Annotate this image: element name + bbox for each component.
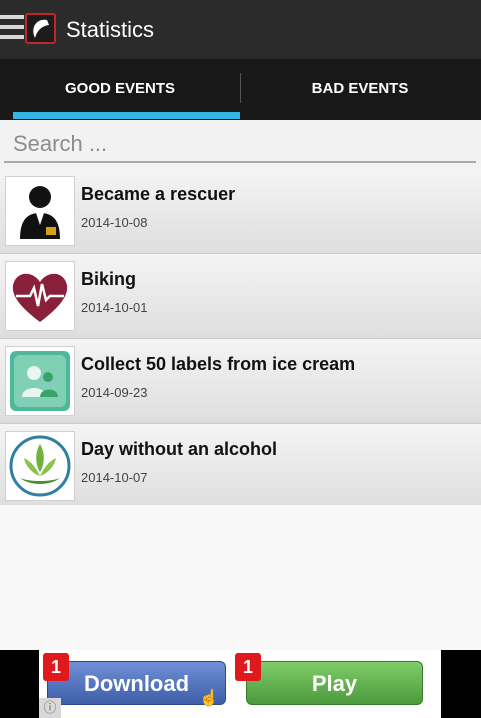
people-icon bbox=[5, 346, 75, 416]
ad-badge: 1 bbox=[235, 653, 261, 681]
list-item[interactable]: Day without an alcohol 2014-10-07 bbox=[0, 424, 481, 509]
list-item[interactable]: Became a rescuer 2014-10-08 bbox=[0, 169, 481, 254]
event-date: 2014-10-07 bbox=[81, 470, 148, 485]
tab-good-events[interactable]: GOOD EVENTS bbox=[0, 59, 240, 120]
event-date: 2014-09-23 bbox=[81, 385, 148, 400]
event-title: Day without an alcohol bbox=[81, 439, 278, 459]
ad-content[interactable]: Download Play 1 1 ⓘ ☝ bbox=[39, 650, 441, 718]
search-input[interactable] bbox=[4, 127, 476, 161]
list-item[interactable]: Biking 2014-10-01 bbox=[0, 254, 481, 339]
leaf-icon bbox=[5, 431, 75, 501]
tab-bar: GOOD EVENTS BAD EVENTS bbox=[0, 59, 481, 120]
tab-selected-indicator bbox=[13, 112, 240, 119]
search-box bbox=[4, 127, 476, 163]
list-item[interactable]: Collect 50 labels from ice cream 2014-09… bbox=[0, 339, 481, 424]
action-bar: Statistics bbox=[0, 0, 481, 59]
ad-play-button[interactable]: Play bbox=[246, 661, 423, 705]
page-title: Statistics bbox=[66, 17, 155, 42]
ad-badge: 1 bbox=[43, 653, 69, 681]
rescuer-icon bbox=[5, 176, 75, 246]
hand-cursor-icon: ☝ bbox=[199, 690, 219, 707]
event-list: Became a rescuer 2014-10-08 Biking 2014-… bbox=[0, 169, 481, 509]
event-title: Collect 50 labels from ice cream bbox=[81, 354, 356, 374]
event-title: Biking bbox=[81, 269, 137, 289]
event-date: 2014-10-01 bbox=[81, 300, 148, 315]
event-date: 2014-10-08 bbox=[81, 215, 148, 230]
empty-area bbox=[0, 505, 481, 650]
tab-bad-events[interactable]: BAD EVENTS bbox=[240, 59, 480, 120]
event-title: Became a rescuer bbox=[81, 184, 236, 204]
app-logo-icon[interactable] bbox=[25, 13, 56, 44]
ad-info-icon[interactable]: ⓘ bbox=[39, 698, 61, 718]
heart-pulse-icon bbox=[5, 261, 75, 331]
ad-banner: Download Play 1 1 ⓘ ☝ bbox=[0, 650, 481, 718]
menu-icon[interactable] bbox=[0, 15, 26, 41]
